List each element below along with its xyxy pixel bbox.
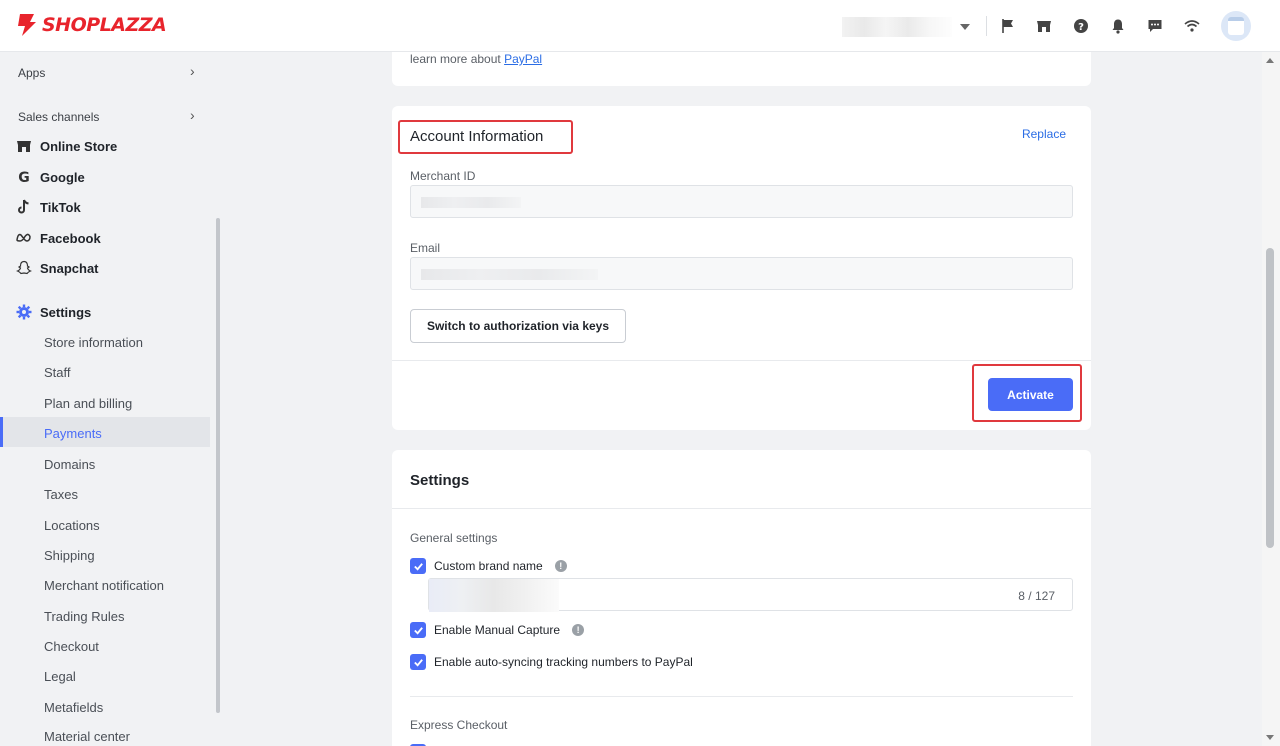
help-icon[interactable]: ? (1071, 16, 1091, 36)
top-bar: SHOPLAZZA ? (0, 0, 1280, 52)
paypal-help-prefix: learn more about (410, 52, 501, 66)
card-divider (392, 360, 1091, 361)
manual-capture-label: Enable Manual Capture (434, 623, 561, 637)
sidebar-item-store-information[interactable]: Store information (44, 335, 143, 350)
section-divider (410, 696, 1073, 697)
character-count: 8 / 127 (1018, 589, 1055, 603)
scroll-up-arrow-icon[interactable] (1266, 58, 1274, 63)
sales-channels-heading[interactable]: Sales channels (18, 110, 99, 124)
sidebar-item-merchant-notification[interactable]: Merchant notification (44, 578, 164, 593)
sidebar-item-snapchat[interactable]: Snapchat (16, 258, 99, 278)
sidebar-item-label: Facebook (40, 230, 101, 246)
activate-button[interactable]: Activate (988, 378, 1073, 411)
sidebar-item-settings[interactable]: Settings (16, 302, 91, 322)
info-icon[interactable]: ! (572, 624, 585, 636)
tiktok-icon (16, 199, 32, 215)
avatar-image (1228, 17, 1244, 35)
active-item-highlight (0, 417, 210, 447)
store-icon (16, 138, 32, 154)
sidebar-item-label: Snapchat (40, 260, 99, 276)
sidebar-item-staff[interactable]: Staff (44, 365, 71, 380)
sidebar-item-facebook[interactable]: Facebook (16, 228, 101, 248)
store-icon[interactable] (1034, 16, 1054, 36)
sidebar-item-checkout[interactable]: Checkout (44, 639, 99, 654)
sidebar-item-label: TikTok (40, 199, 81, 215)
email-redacted (421, 269, 598, 280)
flag-icon[interactable] (998, 16, 1018, 36)
email-label: Email (410, 241, 441, 255)
bell-icon[interactable] (1108, 16, 1128, 36)
google-icon: G (16, 169, 32, 185)
brand-name-redacted (429, 579, 559, 612)
meta-icon (16, 230, 32, 246)
auto-sync-row[interactable]: Enable auto-syncing tracking numbers to … (410, 654, 693, 670)
replace-link[interactable]: Replace (1022, 127, 1066, 141)
avatar[interactable] (1221, 11, 1251, 41)
shoplazza-logo[interactable]: SHOPLAZZA (16, 12, 167, 38)
sidebar-item-locations[interactable]: Locations (44, 518, 100, 533)
scroll-down-arrow-icon[interactable] (1266, 735, 1274, 740)
manual-capture-checkbox[interactable] (410, 622, 426, 638)
sidebar-item-domains[interactable]: Domains (44, 457, 95, 472)
manual-capture-row[interactable]: Enable Manual Capture ! (410, 622, 585, 638)
chevron-right-icon[interactable]: › (190, 63, 195, 79)
custom-brand-label: Custom brand name (434, 559, 543, 573)
sidebar-item-online-store[interactable]: Online Store (16, 136, 117, 156)
email-field[interactable] (410, 257, 1073, 290)
sidebar: Apps › Sales channels › Online Store G G… (0, 52, 220, 746)
main-scrollbar-thumb[interactable] (1266, 248, 1274, 548)
store-selector[interactable] (842, 14, 974, 40)
svg-text:?: ? (1078, 22, 1084, 33)
sidebar-item-apps[interactable]: Apps (18, 66, 45, 80)
auto-sync-label: Enable auto-syncing tracking numbers to … (434, 655, 693, 669)
sidebar-item-tiktok[interactable]: TikTok (16, 197, 81, 217)
snapchat-icon (16, 260, 32, 276)
sidebar-item-payments[interactable]: Payments (44, 426, 102, 441)
chevron-down-icon (960, 24, 970, 30)
toolbar-divider (986, 16, 987, 36)
settings-card: Settings General settings Custom brand n… (392, 450, 1091, 746)
paypal-info-card: learn more about PayPal (392, 52, 1091, 86)
account-information-card: Account Information Replace Merchant ID … (392, 106, 1091, 430)
sidebar-item-label: Google (40, 169, 85, 185)
wifi-icon[interactable] (1182, 16, 1202, 36)
auto-sync-checkbox[interactable] (410, 654, 426, 670)
sidebar-item-label: Online Store (40, 138, 118, 154)
sidebar-item-metafields[interactable]: Metafields (44, 700, 103, 715)
chevron-right-icon[interactable]: › (190, 107, 195, 123)
info-icon[interactable]: ! (554, 560, 567, 572)
sidebar-item-legal[interactable]: Legal (44, 669, 76, 684)
sidebar-item-google[interactable]: G Google (16, 167, 85, 187)
main-content: learn more about PayPal Account Informat… (220, 52, 1262, 746)
sidebar-item-label: Settings (40, 304, 92, 320)
paypal-help-text: learn more about PayPal (410, 52, 542, 66)
merchant-id-redacted (421, 197, 521, 208)
chat-icon[interactable] (1145, 16, 1165, 36)
paypal-link[interactable]: PayPal (504, 52, 542, 66)
express-checkout-heading: Express Checkout (410, 718, 508, 732)
general-settings-heading: General settings (410, 531, 498, 545)
store-name-redacted (842, 17, 952, 37)
sidebar-item-trading-rules[interactable]: Trading Rules (44, 609, 124, 624)
sidebar-item-taxes[interactable]: Taxes (44, 487, 78, 502)
svg-text:G: G (18, 170, 30, 185)
switch-to-keys-button[interactable]: Switch to authorization via keys (410, 309, 626, 343)
custom-brand-input[interactable]: 8 / 127 (428, 578, 1073, 612)
sidebar-item-shipping[interactable]: Shipping (44, 548, 95, 563)
gear-icon (16, 304, 32, 320)
settings-title: Settings (410, 472, 470, 489)
custom-brand-checkbox[interactable] (410, 558, 426, 574)
sidebar-item-plan-and-billing[interactable]: Plan and billing (44, 396, 132, 411)
merchant-id-label: Merchant ID (410, 169, 476, 183)
merchant-id-field[interactable] (410, 185, 1073, 218)
sidebar-item-material-center[interactable]: Material center (44, 729, 130, 744)
card-divider (392, 508, 1091, 509)
brand-name: SHOPLAZZA (42, 14, 167, 36)
shoplazza-logo-icon (18, 14, 36, 36)
custom-brand-row[interactable]: Custom brand name ! (410, 558, 567, 574)
account-information-title: Account Information (410, 128, 544, 145)
